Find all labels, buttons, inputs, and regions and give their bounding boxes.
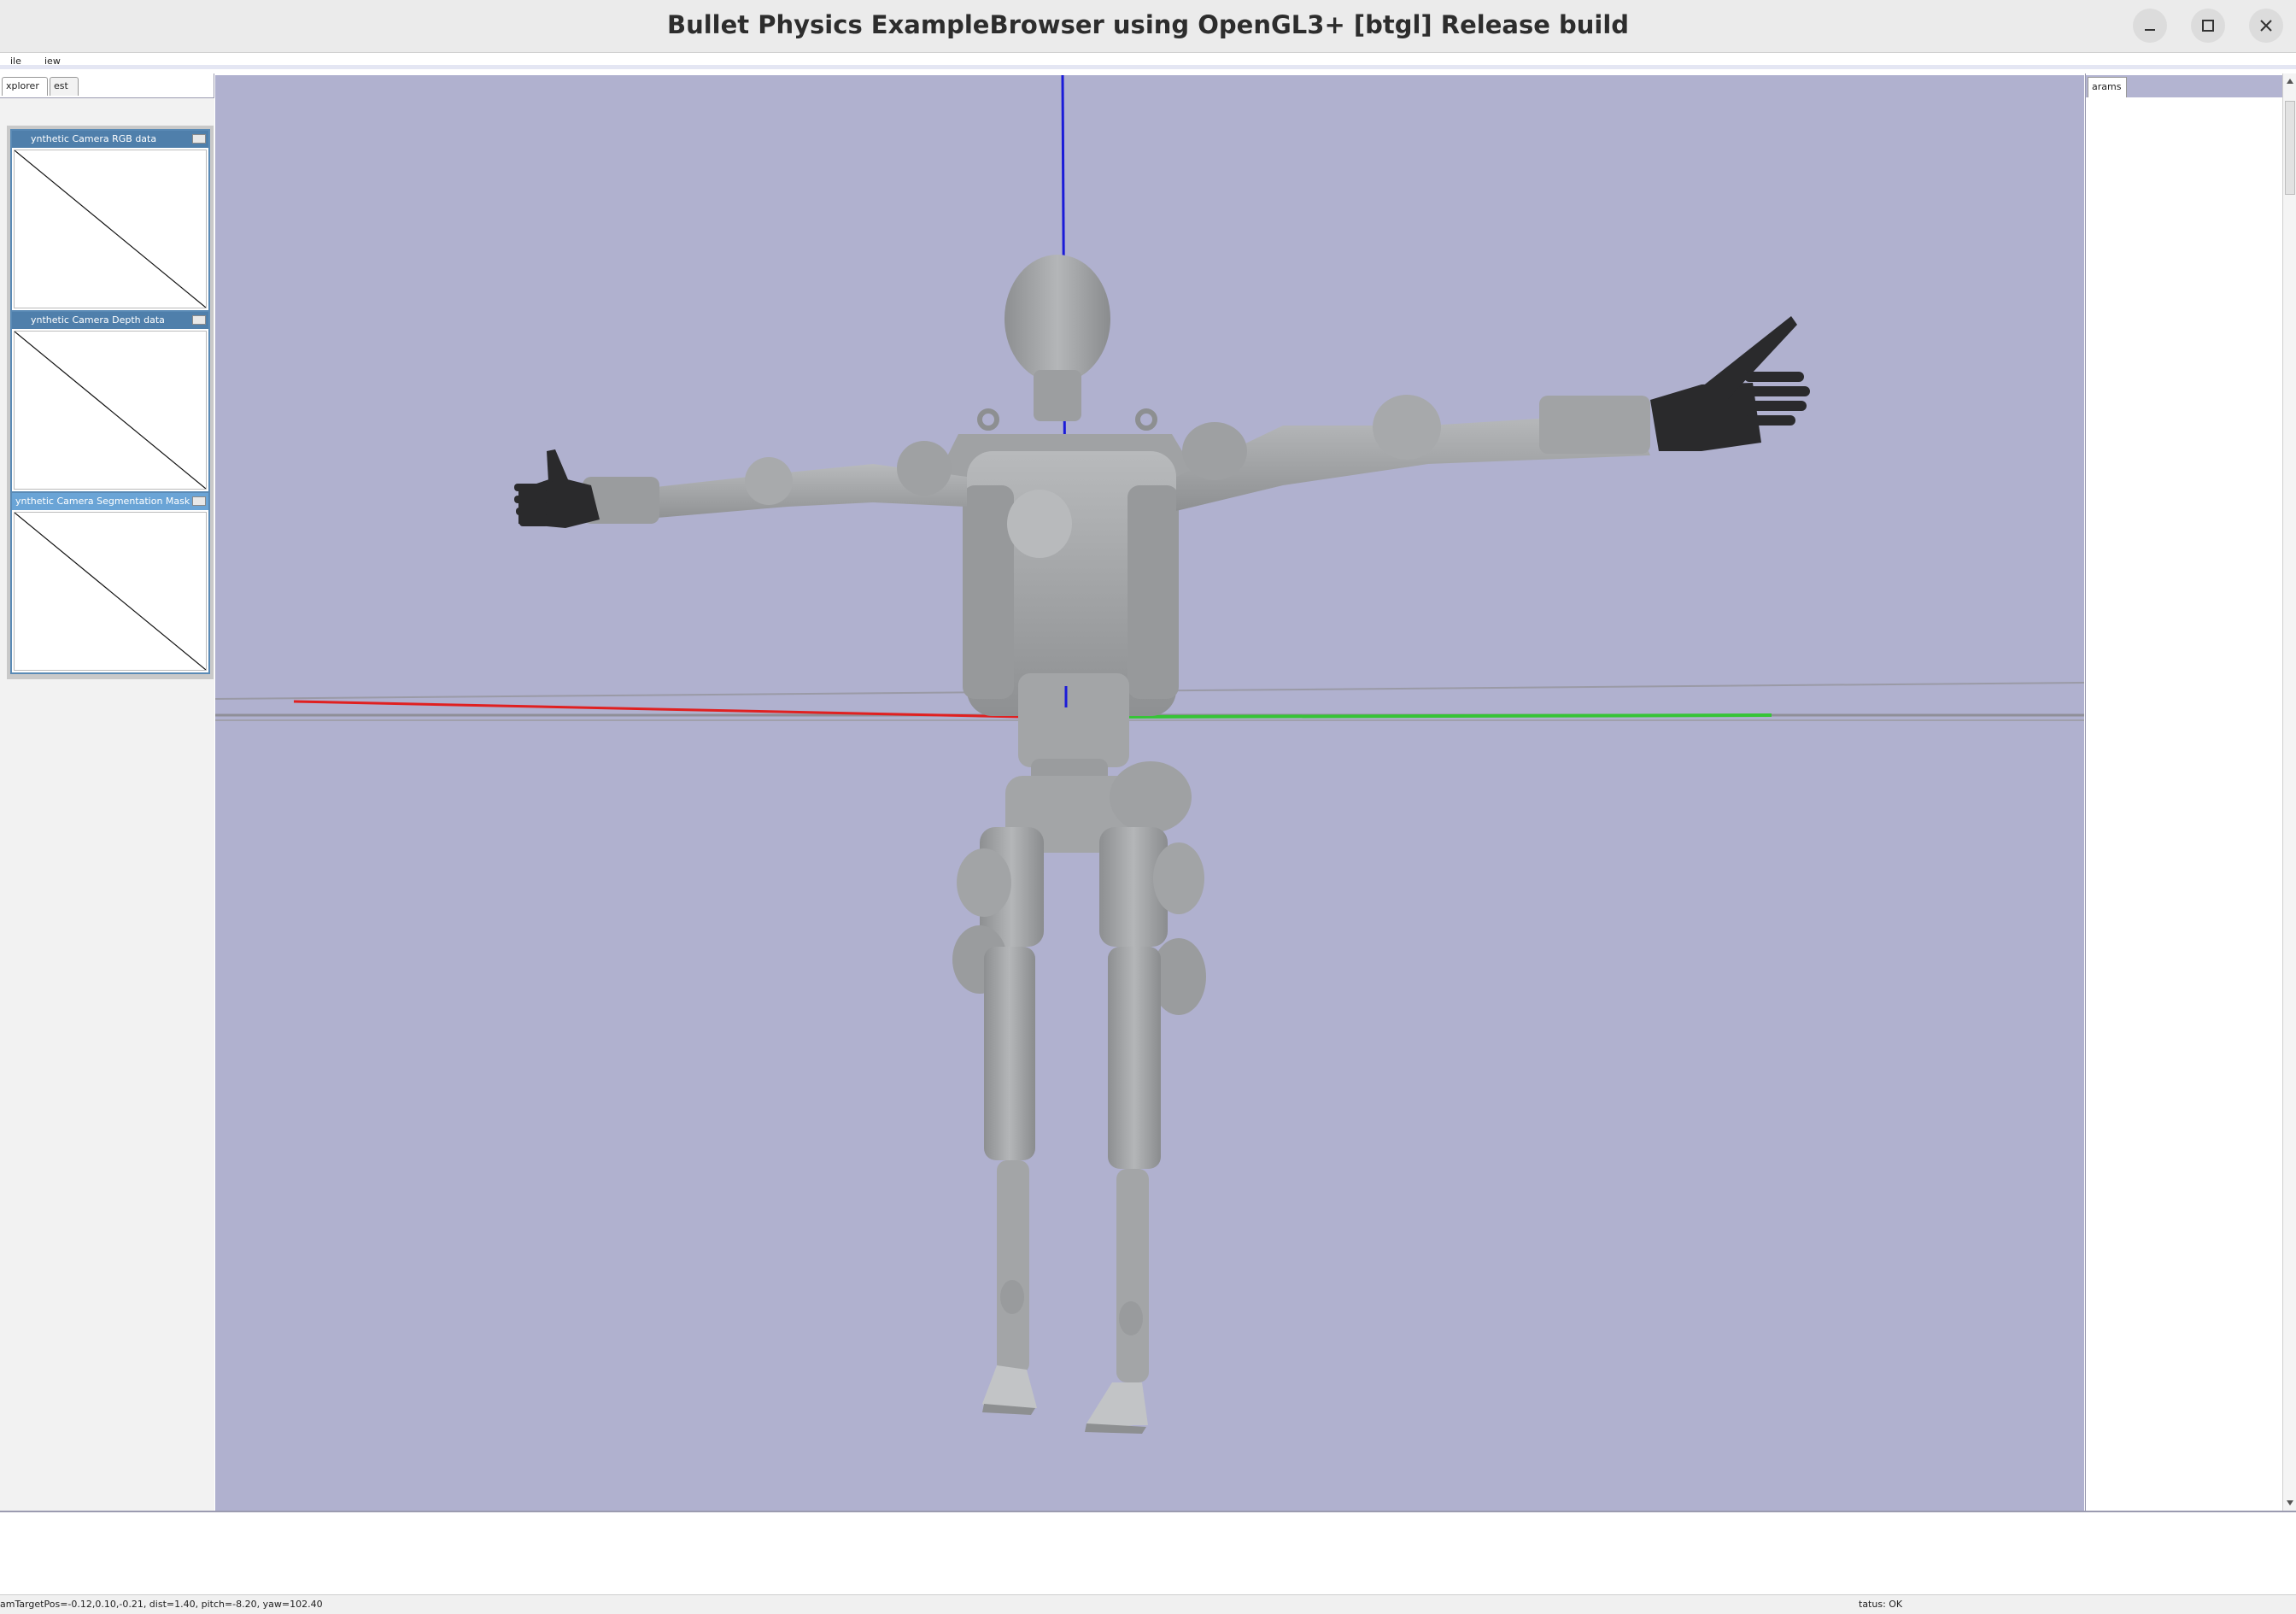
3d-viewport[interactable]: [215, 75, 2084, 1511]
maximize-button[interactable]: [2191, 9, 2225, 43]
left-hand: [514, 449, 600, 528]
status-bar: amTargetPos=-0.12,0.10,-0.21, dist=1.40,…: [0, 1594, 2296, 1614]
window-minimize-icon[interactable]: [192, 496, 206, 506]
camera-rgb-title[interactable]: ynthetic Camera RGB data: [12, 131, 208, 148]
left-tab-bar: xplorer est: [0, 75, 214, 97]
explorer-body: ynthetic Camera RGB data ynthetic Camera…: [0, 97, 214, 1511]
camera-rgb-window[interactable]: ynthetic Camera RGB data: [10, 129, 210, 312]
3d-scene[interactable]: [215, 75, 2084, 1511]
camera-depth-title[interactable]: ynthetic Camera Depth data: [12, 312, 208, 329]
tab-params[interactable]: arams: [2088, 77, 2127, 97]
camera-segmentation-window[interactable]: ynthetic Camera Segmentation Mask: [10, 491, 210, 674]
console-area[interactable]: [0, 1511, 2296, 1594]
params-tab-bar: arams: [2086, 75, 2282, 97]
camera-segmentation-image: [14, 512, 207, 671]
scroll-down-icon[interactable]: [2286, 1499, 2294, 1507]
close-icon: [2260, 20, 2272, 32]
camera-info-text: amTargetPos=-0.12,0.10,-0.21, dist=1.40,…: [0, 1599, 323, 1610]
camera-depth-window[interactable]: ynthetic Camera Depth data: [10, 310, 210, 493]
right-hand: [1650, 316, 1810, 451]
minimize-button[interactable]: [2133, 9, 2167, 43]
window-title: Bullet Physics ExampleBrowser using Open…: [666, 10, 1630, 39]
menu-file[interactable]: ile: [10, 56, 21, 67]
menu-view[interactable]: iew: [44, 56, 61, 67]
minimize-icon: [2145, 29, 2155, 31]
explorer-panel: xplorer est ynthetic Camera RGB data ynt…: [0, 73, 214, 1511]
y-axis-line: [1118, 713, 1772, 719]
maximize-icon: [2202, 20, 2214, 32]
close-button[interactable]: [2249, 9, 2283, 43]
title-bar[interactable]: Bullet Physics ExampleBrowser using Open…: [0, 0, 2296, 53]
camera-segmentation-title[interactable]: ynthetic Camera Segmentation Mask: [12, 493, 208, 510]
camera-rgb-image: [14, 150, 207, 308]
window-minimize-icon[interactable]: [192, 315, 206, 325]
camera-depth-image: [14, 331, 207, 490]
left-leg: [952, 827, 1044, 1415]
tab-explorer[interactable]: xplorer: [2, 77, 48, 96]
tab-test[interactable]: est: [50, 77, 79, 96]
scroll-thumb[interactable]: [2285, 101, 2295, 195]
scroll-up-icon[interactable]: [2286, 77, 2294, 85]
params-scrollbar[interactable]: [2282, 73, 2296, 1511]
window-minimize-icon[interactable]: [192, 134, 206, 144]
app-window: Bullet Physics ExampleBrowser using Open…: [0, 0, 2296, 1614]
status-text: tatus: OK: [1859, 1599, 1903, 1610]
humanoid-robot-model[interactable]: [514, 255, 1810, 1434]
right-leg: [1085, 827, 1206, 1434]
params-panel: arams: [2085, 73, 2282, 1511]
menu-bar: ile iew: [0, 54, 2296, 69]
